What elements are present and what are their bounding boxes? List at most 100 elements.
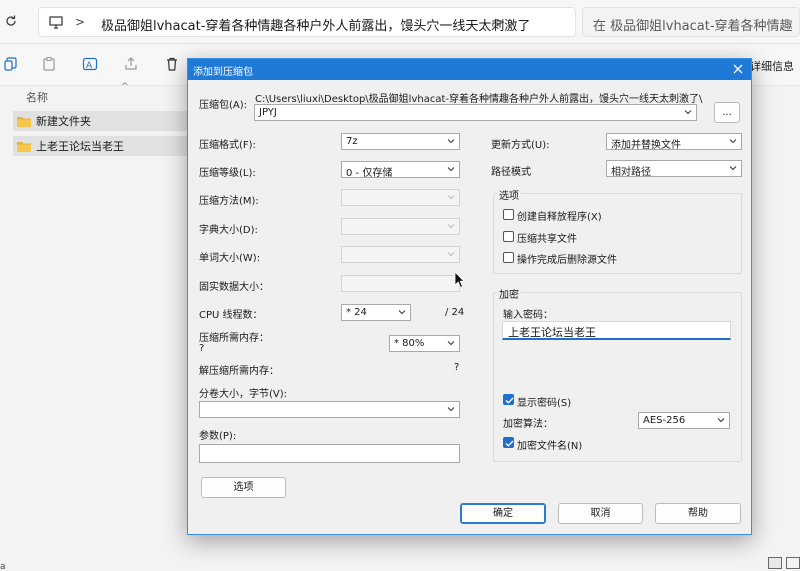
details-view-icon[interactable]: [768, 557, 782, 569]
encryption-method-value: AES-256: [643, 415, 686, 426]
params-input[interactable]: [199, 444, 460, 463]
mem-decompress-value: ?: [454, 362, 460, 373]
folder-icon: [17, 116, 31, 127]
column-header-name[interactable]: 名称: [26, 89, 48, 105]
solid-label: 固实数据大小：: [199, 282, 269, 293]
params-label: 参数(P):: [199, 431, 237, 442]
show-password-checkbox[interactable]: [503, 394, 514, 405]
rename-icon[interactable]: A: [82, 56, 98, 72]
refresh-icon[interactable]: [4, 14, 18, 28]
chevron-down-icon: [447, 139, 455, 144]
ok-button[interactable]: 确定: [460, 503, 546, 524]
details-pane-button[interactable]: 详细信息: [750, 58, 794, 74]
file-row[interactable]: 上老王论坛当老王: [13, 136, 189, 156]
breadcrumb-current-folder[interactable]: 极品御姐lvhacat-穿着各种情趣各种户外人前露出，馒头穴一线天太刺激了: [101, 15, 530, 34]
encryption-method-label: 加密算法：: [503, 419, 553, 430]
address-box[interactable]: > 极品御姐lvhacat-穿着各种情趣各种户外人前露出，馒头穴一线天太刺激了 …: [38, 7, 576, 37]
compress-shared-label: 压缩共享文件: [517, 234, 577, 245]
solid-select: [341, 275, 460, 292]
split-label: 分卷大小，字节(V):: [199, 389, 288, 400]
level-label: 压缩等级(L):: [199, 168, 256, 179]
path-mode-label: 路径模式: [491, 167, 531, 178]
encrypt-filenames-label: 加密文件名(N): [517, 441, 583, 452]
options-group-title: 选项: [497, 187, 521, 202]
chevron-down-icon: [684, 110, 692, 115]
dict-select: [341, 218, 460, 235]
format-value: 7z: [346, 136, 358, 147]
checkmark-icon: [505, 397, 514, 404]
breadcrumb-separator[interactable]: >: [75, 15, 85, 29]
dialog-titlebar[interactable]: 添加到压缩包: [188, 59, 751, 80]
cpu-threads-total: / 24: [445, 307, 465, 318]
method-select: [341, 189, 460, 206]
mem-usage-value: * 80%: [394, 338, 425, 349]
mem-usage-select[interactable]: * 80%: [389, 335, 460, 352]
dialog-title: 添加到压缩包: [193, 67, 253, 78]
paste-icon[interactable]: [41, 56, 57, 72]
mem-compress-value: ?: [199, 343, 205, 354]
dict-label: 字典大小(D):: [199, 225, 258, 236]
chevron-down-icon: [447, 407, 455, 412]
word-label: 单词大小(W):: [199, 253, 261, 264]
archive-name-input[interactable]: JPYJ: [254, 104, 697, 121]
delete-after-checkbox[interactable]: [503, 252, 514, 263]
share-icon[interactable]: [123, 56, 139, 72]
tiles-view-icon[interactable]: [786, 557, 800, 569]
format-select[interactable]: 7z: [341, 133, 460, 150]
path-mode-select[interactable]: 相对路径: [606, 160, 742, 177]
method-label: 压缩方法(M):: [199, 196, 259, 207]
cancel-button[interactable]: 取消: [558, 503, 643, 524]
compress-shared-checkbox[interactable]: [503, 231, 514, 242]
chevron-down-icon: [447, 195, 455, 200]
cpu-threads-label: CPU 线程数：: [199, 310, 263, 321]
encryption-group-title: 加密: [497, 286, 521, 301]
update-mode-label: 更新方式(U):: [491, 140, 550, 151]
mem-decompress-label: 解压缩所需内存：: [199, 366, 279, 377]
breadcrumb-separator-end[interactable]: >: [495, 15, 505, 29]
file-name: 新建文件夹: [36, 115, 91, 128]
password-input[interactable]: 上老王论坛当老王: [502, 321, 731, 340]
chevron-down-icon: [729, 166, 737, 171]
cpu-threads-select[interactable]: * 24: [341, 304, 411, 321]
update-mode-select[interactable]: 添加并替换文件: [606, 133, 742, 150]
file-row[interactable]: 新建文件夹: [13, 111, 189, 131]
encryption-method-select[interactable]: AES-256: [638, 412, 730, 429]
status-bar-text: a: [0, 562, 6, 571]
create-sfx-checkbox[interactable]: [503, 209, 514, 220]
chevron-down-icon: [447, 167, 455, 172]
encrypt-filenames-checkbox[interactable]: [503, 437, 514, 448]
checkmark-icon: [505, 440, 514, 447]
chevron-down-icon: [447, 341, 455, 346]
chevron-down-icon: [717, 418, 725, 423]
split-size-select[interactable]: [199, 401, 460, 418]
cpu-threads-value: * 24: [346, 307, 367, 318]
path-mode-value: 相对路径: [611, 167, 651, 177]
options-button[interactable]: 选项: [201, 477, 286, 498]
mem-compress-label: 压缩所需内存：: [199, 333, 269, 344]
delete-after-label: 操作完成后删除源文件: [517, 255, 617, 266]
archive-path: C:\Users\liuxi\Desktop\极品御姐lvhacat-穿着各种情…: [255, 94, 703, 105]
file-name: 上老王论坛当老王: [36, 140, 124, 153]
browse-button[interactable]: ...: [714, 102, 740, 123]
chevron-down-icon: [447, 224, 455, 229]
level-value: 0 - 仅存储: [346, 168, 393, 178]
address-bar-area: > 极品御姐lvhacat-穿着各种情趣各种户外人前露出，馒头穴一线天太刺激了 …: [0, 0, 800, 44]
mouse-cursor-icon: [454, 271, 465, 289]
svg-text:A: A: [86, 61, 93, 71]
word-select: [341, 246, 460, 263]
archive-label: 压缩包(A):: [199, 100, 248, 111]
copy-path-icon[interactable]: [3, 56, 19, 72]
update-mode-value: 添加并替换文件: [611, 140, 681, 150]
close-icon[interactable]: [732, 63, 744, 75]
help-button[interactable]: 帮助: [655, 503, 741, 524]
delete-icon[interactable]: [164, 56, 180, 72]
chevron-down-icon: [729, 139, 737, 144]
password-label: 输入密码：: [503, 310, 553, 321]
chevron-down-icon: [398, 310, 406, 315]
level-select[interactable]: 0 - 仅存储: [341, 161, 460, 178]
add-to-archive-dialog: 添加到压缩包 压缩包(A): C:\Users\liuxi\Desktop\极品…: [187, 58, 752, 535]
format-label: 压缩格式(F):: [199, 140, 256, 151]
folder-icon: [17, 141, 31, 152]
chevron-down-icon: [447, 252, 455, 257]
search-input[interactable]: 在 极品御姐lvhacat-穿着各种情趣: [582, 7, 800, 37]
